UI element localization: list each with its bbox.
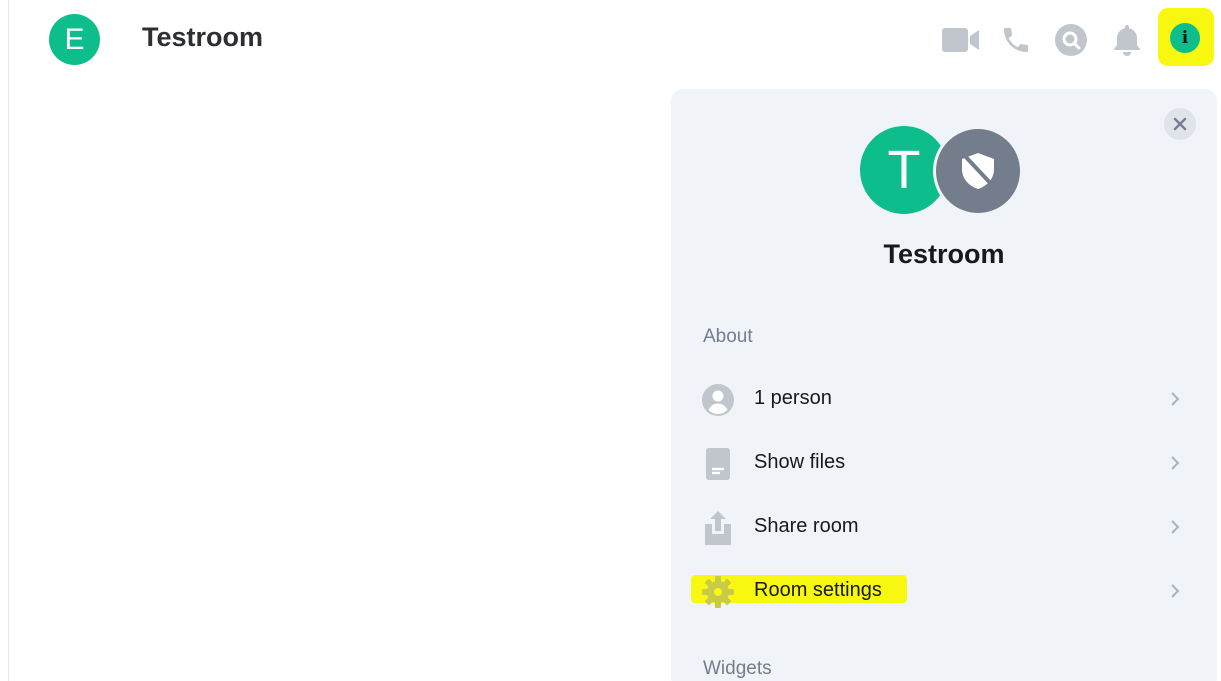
shield-icon xyxy=(933,126,1023,216)
gear-icon xyxy=(701,575,735,609)
search-icon[interactable] xyxy=(1051,20,1091,60)
room-header: E Testroom i xyxy=(0,0,1221,82)
room-info-icon[interactable]: i xyxy=(1158,8,1214,66)
share-icon xyxy=(701,511,735,545)
people-menu-item[interactable]: 1 person xyxy=(695,373,1195,425)
about-section-label: About xyxy=(703,326,753,347)
menu-item-label: Room settings xyxy=(754,579,882,601)
notifications-icon[interactable] xyxy=(1107,20,1147,60)
room-info-panel: T Testroom About 1 person Show files Sha… xyxy=(671,89,1217,681)
menu-item-label: 1 person xyxy=(754,387,832,409)
file-icon xyxy=(701,447,735,481)
widgets-section-label: Widgets xyxy=(703,658,772,679)
divider xyxy=(8,0,9,681)
chevron-right-icon xyxy=(1165,452,1185,474)
chevron-right-icon xyxy=(1165,388,1185,410)
person-icon xyxy=(701,383,735,417)
menu-item-label: Share room xyxy=(754,515,859,537)
close-icon xyxy=(1173,117,1187,131)
menu-item-label: Show files xyxy=(754,451,846,473)
room-avatar[interactable]: E xyxy=(49,14,100,65)
voice-call-icon[interactable] xyxy=(996,20,1036,60)
share-room-menu-item[interactable]: Share room xyxy=(695,501,1195,553)
chevron-right-icon xyxy=(1165,516,1185,538)
room-title[interactable]: Testroom xyxy=(142,22,263,53)
chevron-right-icon xyxy=(1165,580,1185,602)
show-files-menu-item[interactable]: Show files xyxy=(695,437,1195,489)
close-button[interactable] xyxy=(1164,108,1196,140)
panel-room-title: Testroom xyxy=(883,239,1005,269)
video-call-icon[interactable] xyxy=(940,20,980,60)
info-icon: i xyxy=(1170,23,1200,53)
room-settings-menu-item[interactable]: Room settings xyxy=(695,565,1195,617)
